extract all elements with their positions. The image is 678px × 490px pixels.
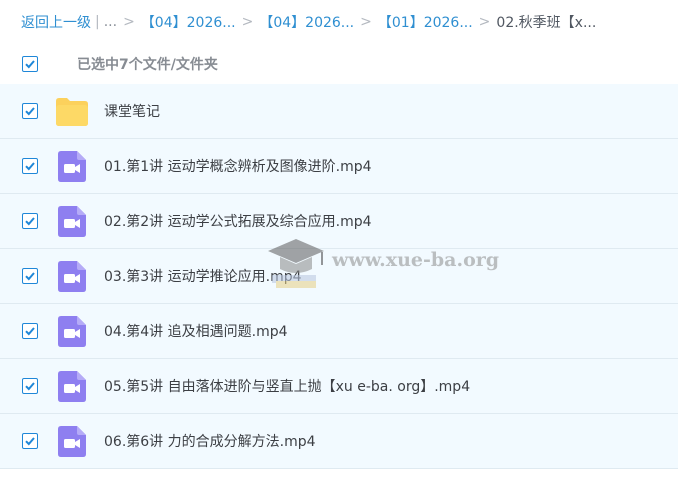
selection-summary: 已选中7个文件/文件夹: [77, 57, 218, 73]
select-all-checkbox[interactable]: [22, 56, 38, 72]
folder-icon: [56, 98, 88, 126]
file-name[interactable]: 06.第6讲 力的合成分解方法.mp4: [104, 431, 316, 451]
file-name[interactable]: 01.第1讲 运动学概念辨析及图像进阶.mp4: [104, 156, 372, 176]
file-name[interactable]: 04.第4讲 追及相遇问题.mp4: [104, 321, 288, 341]
video-file-icon: [58, 426, 86, 457]
video-file-icon: [58, 151, 86, 182]
chevron-right-icon: >: [360, 14, 372, 30]
video-file-icon: [58, 371, 86, 402]
check-icon: [25, 272, 35, 281]
check-icon: [25, 217, 35, 226]
list-item[interactable]: 03.第3讲 运动学推论应用.mp4: [0, 249, 678, 304]
video-file-icon: [58, 261, 86, 292]
check-icon: [25, 327, 35, 336]
list-item[interactable]: 02.第2讲 运动学公式拓展及综合应用.mp4: [0, 194, 678, 249]
row-checkbox[interactable]: [22, 323, 38, 339]
chevron-right-icon: >: [123, 14, 135, 30]
video-file-icon: [58, 316, 86, 347]
list-item[interactable]: 01.第1讲 运动学概念辨析及图像进阶.mp4: [0, 139, 678, 194]
check-icon: [25, 107, 35, 116]
file-name[interactable]: 02.第2讲 运动学公式拓展及综合应用.mp4: [104, 211, 372, 231]
row-checkbox[interactable]: [22, 213, 38, 229]
row-checkbox[interactable]: [22, 433, 38, 449]
file-name[interactable]: 05.第5讲 自由落体进阶与竖直上抛【xu e-ba. org】.mp4: [104, 376, 470, 396]
video-file-icon: [58, 206, 86, 237]
file-name[interactable]: 03.第3讲 运动学推论应用.mp4: [104, 266, 302, 286]
back-link[interactable]: 返回上一级: [21, 12, 91, 32]
list-item[interactable]: 04.第4讲 追及相遇问题.mp4: [0, 304, 678, 359]
row-checkbox[interactable]: [22, 103, 38, 119]
breadcrumb-item-1[interactable]: 【04】2026...: [141, 12, 236, 32]
check-icon: [25, 437, 35, 446]
chevron-right-icon: >: [478, 14, 491, 30]
list-item[interactable]: 06.第6讲 力的合成分解方法.mp4: [0, 414, 678, 469]
list-item[interactable]: 05.第5讲 自由落体进阶与竖直上抛【xu e-ba. org】.mp4: [0, 359, 678, 414]
check-icon: [25, 382, 35, 391]
list-item[interactable]: 课堂笔记: [0, 84, 678, 139]
check-icon: [25, 162, 35, 171]
row-checkbox[interactable]: [22, 158, 38, 174]
breadcrumb-divider: |: [95, 14, 100, 30]
file-list: 课堂笔记 01.第1讲 运动学概念辨析及图像进阶.mp4 02.第2讲 运动学公…: [0, 84, 678, 469]
breadcrumb-ellipsis[interactable]: ...: [104, 14, 117, 30]
row-checkbox[interactable]: [22, 378, 38, 394]
check-icon: [25, 60, 35, 69]
breadcrumb-item-3[interactable]: 【01】2026...: [378, 12, 473, 32]
breadcrumb: 返回上一级 | ... > 【04】2026... > 【04】2026... …: [0, 0, 678, 44]
breadcrumb-current: 02.秋季班【x...: [496, 15, 597, 31]
breadcrumb-item-2[interactable]: 【04】2026...: [259, 12, 354, 32]
row-checkbox[interactable]: [22, 268, 38, 284]
file-name[interactable]: 课堂笔记: [104, 101, 160, 121]
chevron-right-icon: >: [241, 14, 254, 30]
selection-bar: 已选中7个文件/文件夹: [0, 44, 678, 84]
